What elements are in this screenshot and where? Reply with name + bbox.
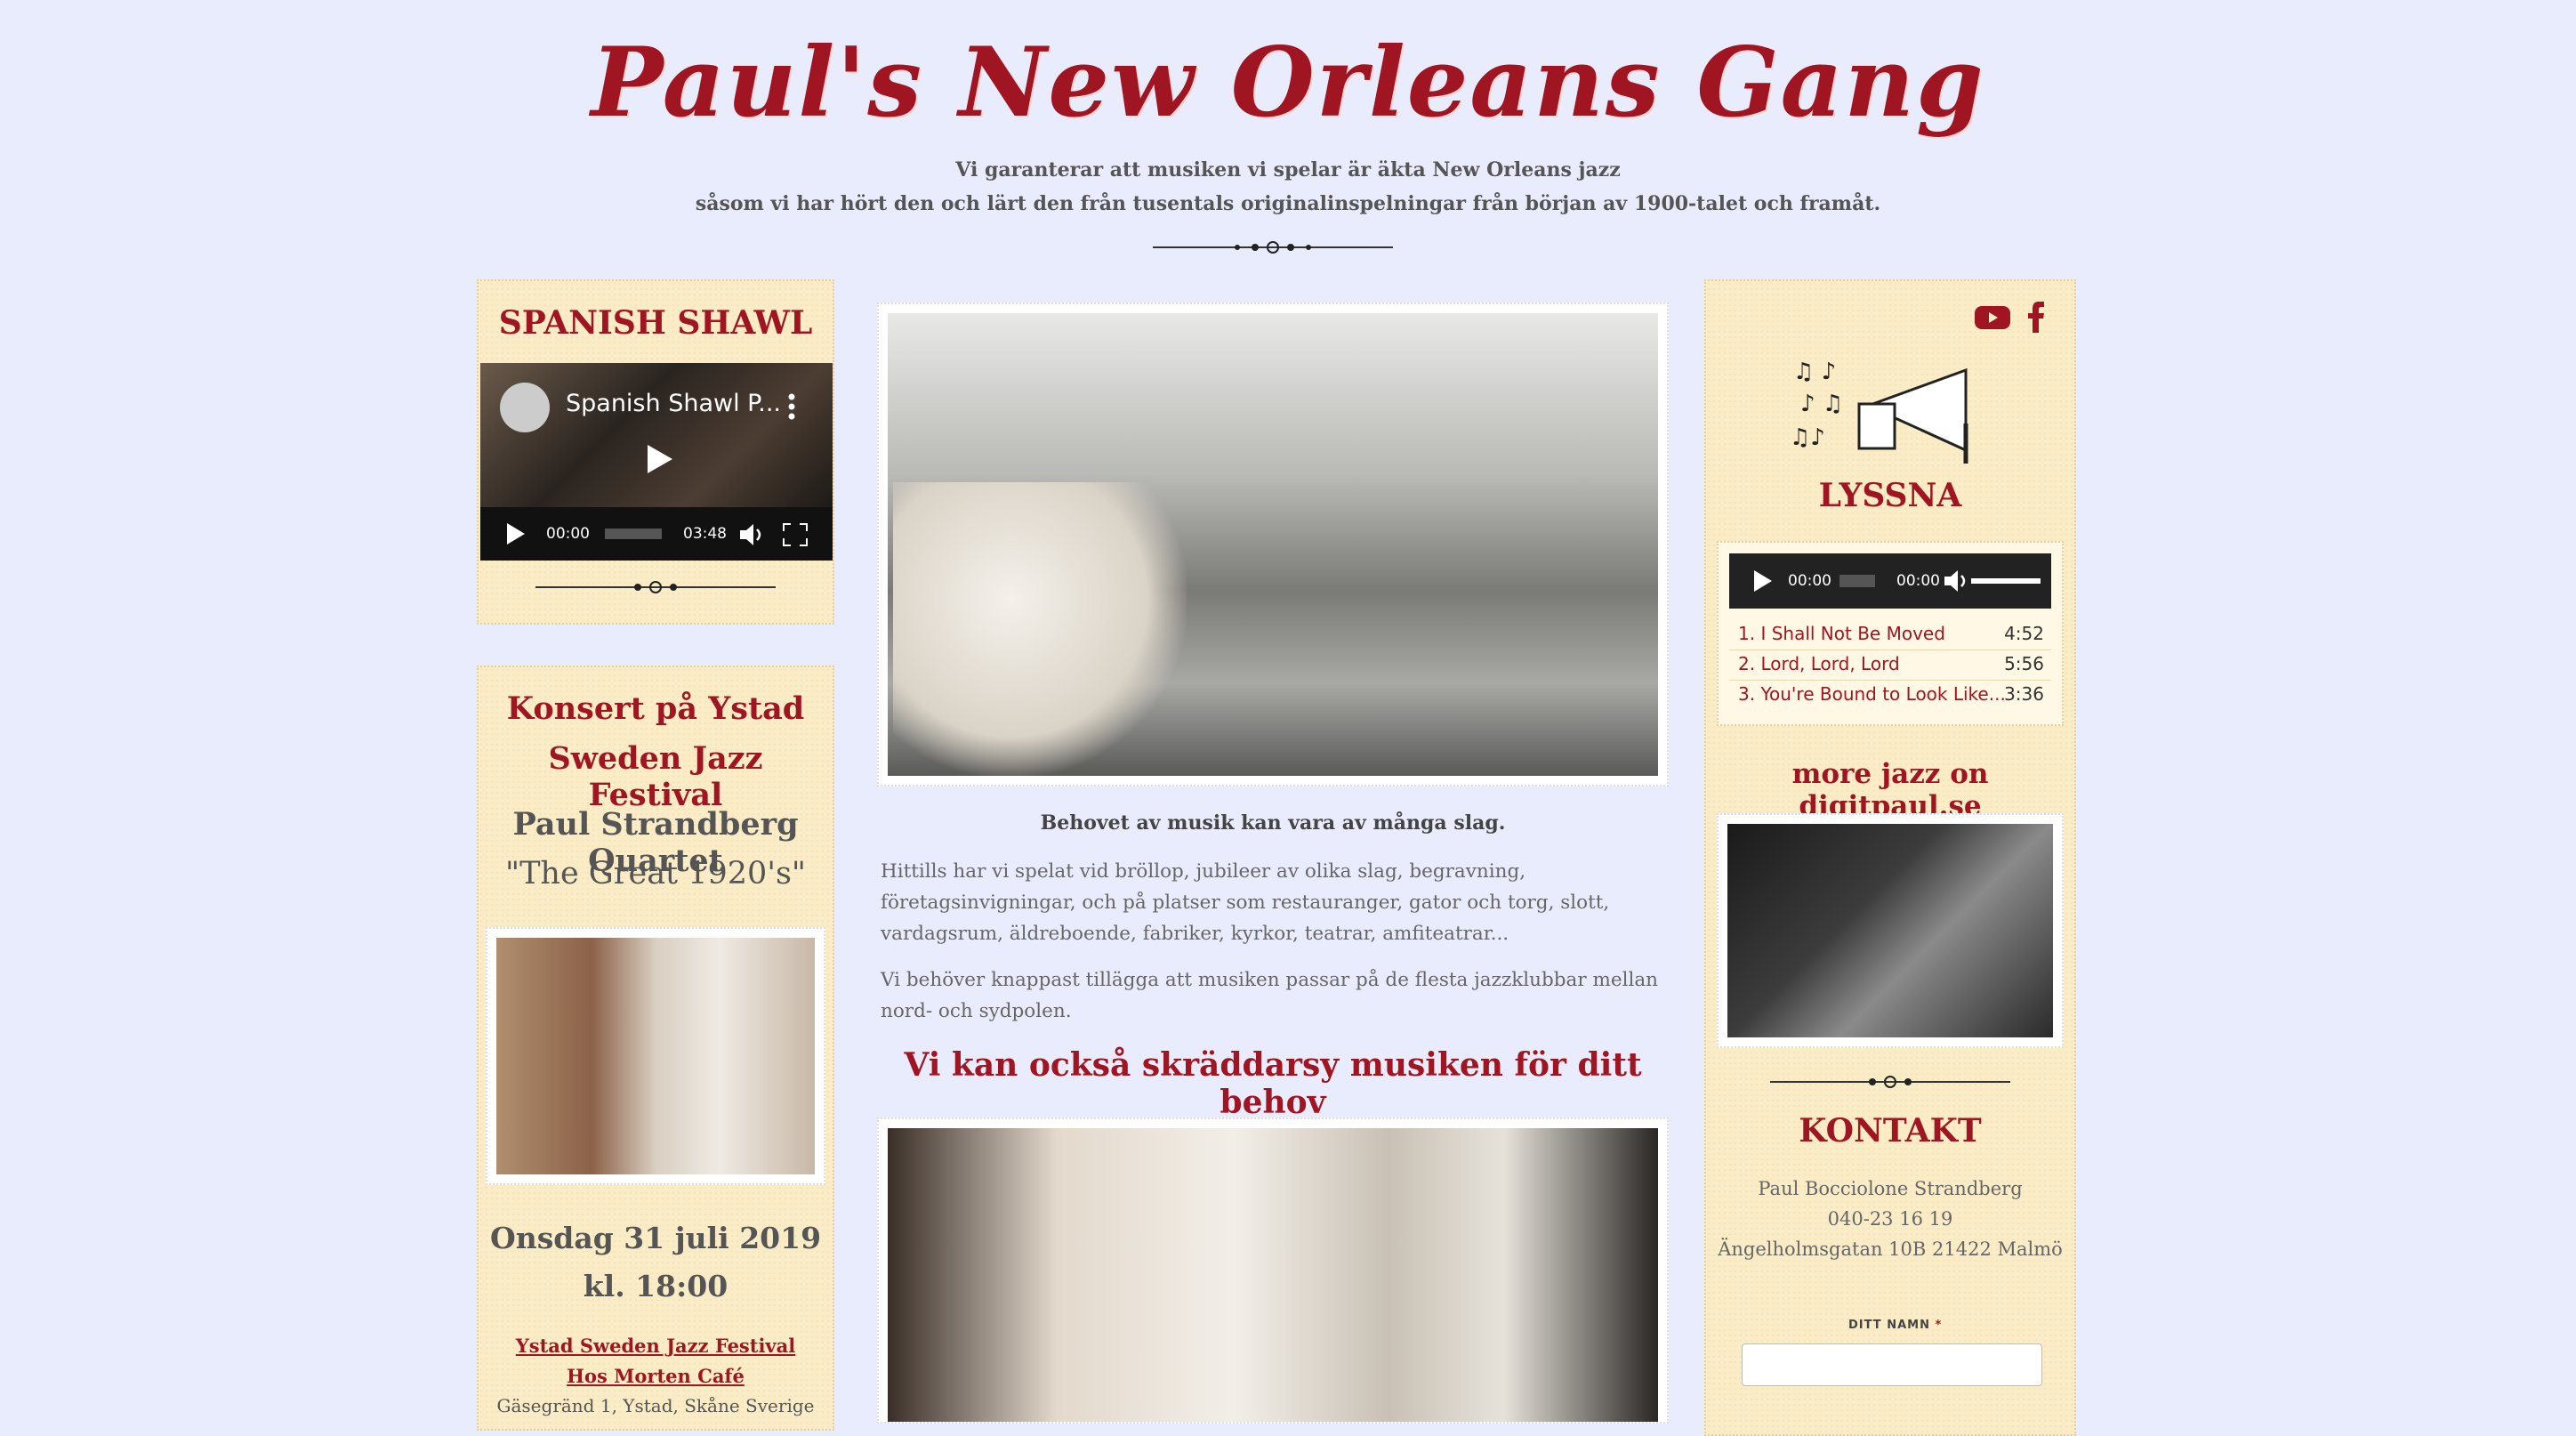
concert-address: Gäsegränd 1, Ystad, Skåne Sverige — [496, 1395, 815, 1416]
playlist-item-name: 2. Lord, Lord, Lord — [1738, 653, 1900, 674]
audio-volume-slider[interactable] — [1971, 578, 2041, 584]
band-group-photo — [877, 1117, 1669, 1424]
hero-image — [877, 303, 1669, 787]
venue-link[interactable]: Hos Morten Café — [567, 1365, 745, 1387]
video-progress-bar[interactable] — [605, 528, 662, 539]
playlist-item-name: 3. You're Bound to Look Like... — [1738, 683, 2006, 705]
venue-links: Hos Morten Café — [479, 1365, 833, 1387]
band-photo — [486, 927, 825, 1185]
play-big-icon[interactable] — [648, 445, 672, 473]
trumpet-player-figure — [893, 482, 1187, 776]
playlist-item[interactable]: 3. You're Bound to Look Like... 3:36 — [1729, 680, 2051, 710]
listen-title: LYSSNA — [1818, 477, 1962, 514]
video-panel-ornament — [535, 578, 776, 596]
contact-title: KONTAKT — [1799, 1112, 1982, 1150]
required-marker: * — [1935, 1319, 1943, 1332]
audio-time-current: 00:00 — [1788, 572, 1831, 590]
contact-name: Paul Bocciolone Strandberg — [1758, 1178, 2023, 1199]
audio-time-total: 00:00 — [1896, 572, 1940, 590]
svg-text:♪ ♫: ♪ ♫ — [1800, 391, 1843, 417]
video-time-current: 00:00 — [546, 525, 590, 543]
concert-panel: Konsert på Ystad Sweden Jazz Festival Pa… — [477, 666, 834, 1431]
tagline-line-1: Vi garanterar att musiken vi spelar är ä… — [955, 158, 1621, 182]
fullscreen-icon[interactable] — [781, 521, 809, 550]
name-field-label-text: DITT NAMN — [1848, 1319, 1930, 1332]
audio-player[interactable]: 00:00 00:00 — [1729, 553, 2051, 609]
paragraph-2: Vi behöver knappast tillägga att musiken… — [881, 969, 1659, 1022]
gramophone-icon: ♫ ♪ ♪ ♫ ♫♪ — [1788, 352, 1992, 472]
sidebar-ornament — [1770, 1073, 2010, 1091]
svg-text:♫ ♪: ♫ ♪ — [1793, 359, 1836, 385]
contact-phone: 040-23 16 19 — [1827, 1208, 1953, 1230]
video-control-bar: 00:00 03:48 — [480, 507, 833, 561]
audio-player-box: 00:00 00:00 1. I Shall Not Be Moved 4:52… — [1717, 541, 2064, 726]
video-panel-title: SPANISH SHAWL — [498, 304, 813, 342]
video-title[interactable]: Spanish Shawl P... — [566, 390, 781, 417]
more-options-icon[interactable] — [788, 393, 795, 420]
video-player[interactable]: Spanish Shawl P... 00:00 03:48 — [480, 363, 833, 561]
play-icon[interactable] — [507, 523, 525, 545]
contact-address: Ängelholmsgatan 10B 21422 Malmö — [1718, 1238, 2063, 1260]
intro-heading: Behovet av musik kan vara av många slag. — [1040, 811, 1506, 835]
right-sidebar: ♫ ♪ ♪ ♫ ♫♪ LYSSNA 00:00 00:00 1. I Shall… — [1704, 279, 2076, 1436]
subheading: Vi kan också skräddarsy musiken för ditt… — [904, 1046, 1642, 1121]
concert-time: kl. 18:00 — [583, 1269, 729, 1303]
playlist-item[interactable]: 1. I Shall Not Be Moved 4:52 — [1729, 619, 2051, 650]
concert-date: Onsdag 31 juli 2019 — [489, 1221, 822, 1255]
site-title[interactable]: Paul's New Orleans Gang — [0, 27, 2576, 139]
channel-avatar — [500, 383, 550, 432]
pianist-photo — [1717, 813, 2064, 1048]
audio-progress-bar[interactable] — [1839, 575, 1875, 587]
facebook-icon[interactable] — [2026, 301, 2046, 336]
svg-text:♫♪: ♫♪ — [1790, 424, 1825, 451]
band-subtitle: "The Great 1920's" — [504, 856, 807, 891]
playlist-item-duration: 3:36 — [2004, 683, 2044, 705]
audio-play-icon[interactable] — [1754, 570, 1772, 592]
audio-volume-icon[interactable] — [1944, 569, 1969, 596]
playlist-item-duration: 4:52 — [2004, 623, 2044, 644]
name-input[interactable] — [1742, 1343, 2042, 1386]
concert-heading-line-2: Sweden Jazz Festival — [548, 740, 763, 813]
tagline: Vi garanterar att musiken vi spelar är ä… — [0, 153, 2576, 221]
name-field-label: DITT NAMN * — [1848, 1319, 1942, 1332]
paragraph-1: Hittills har vi spelat vid bröllop, jubi… — [881, 860, 1610, 945]
tagline-line-2: såsom vi har hört den och lärt den från … — [695, 192, 1881, 215]
header-ornament-divider — [1153, 238, 1393, 256]
concert-heading-line-1: Konsert på Ystad — [506, 690, 805, 727]
playlist-item-name: 1. I Shall Not Be Moved — [1738, 623, 1945, 644]
playlist-item[interactable]: 2. Lord, Lord, Lord 5:56 — [1729, 649, 2051, 681]
video-time-total: 03:48 — [683, 525, 727, 543]
youtube-icon[interactable] — [1975, 304, 2010, 335]
festival-links: Ystad Sweden Jazz Festival — [479, 1335, 833, 1357]
playlist-item-duration: 5:56 — [2004, 653, 2044, 674]
festival-link[interactable]: Ystad Sweden Jazz Festival — [516, 1335, 795, 1357]
video-panel: SPANISH SHAWL Spanish Shawl P... 00:00 0… — [477, 279, 834, 625]
volume-icon[interactable] — [740, 523, 765, 550]
